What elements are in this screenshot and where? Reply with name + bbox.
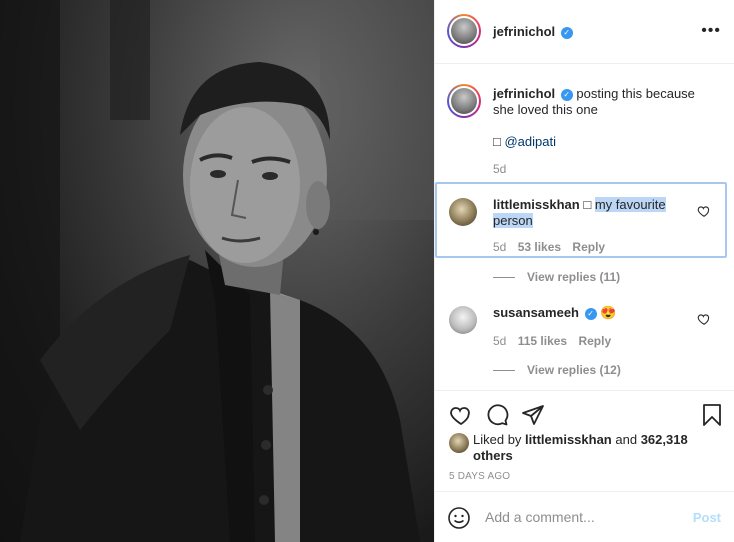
add-comment-input[interactable]: Add a comment... — [485, 509, 595, 525]
caption-tag-prefix: □ — [493, 134, 501, 149]
smiley-icon[interactable] — [447, 506, 471, 530]
view-replies-label: View replies (12) — [527, 363, 621, 377]
post-side-panel: jefrinichol ✓ ••• jefrinichol ✓ posting … — [434, 0, 734, 542]
liker-avatar[interactable] — [449, 433, 469, 453]
caption-age: 5d — [493, 162, 507, 176]
liker-username[interactable]: littlemisskhan — [525, 432, 612, 447]
caption-author-username[interactable]: jefrinichol — [493, 86, 555, 101]
comment-age: 5d — [493, 334, 507, 348]
bookmark-icon[interactable] — [701, 403, 723, 427]
post-photo[interactable] — [0, 0, 434, 542]
caption-mention-link[interactable]: @adipati — [504, 134, 556, 149]
caption: jefrinichol ✓ posting this because she l… — [493, 86, 713, 118]
instagram-post-view: jefrinichol ✓ ••• jefrinichol ✓ posting … — [0, 0, 734, 542]
comment-like-heart-icon[interactable] — [697, 312, 711, 326]
post-header: jefrinichol ✓ ••• — [435, 0, 734, 64]
author-avatar[interactable] — [447, 14, 481, 48]
comment-reply-button[interactable]: Reply — [578, 334, 611, 348]
post-timestamp[interactable]: 5 DAYS AGO — [449, 471, 510, 482]
author-username[interactable]: jefrinichol — [493, 24, 555, 39]
caption-author-avatar[interactable] — [447, 84, 481, 118]
add-comment-bar: Add a comment... Post — [435, 491, 734, 542]
commenter-avatar[interactable] — [449, 198, 477, 226]
comment-likes-count[interactable]: 53 likes — [518, 240, 561, 254]
post-photo-illustration — [0, 0, 434, 542]
replies-divider — [493, 369, 515, 371]
comment-bubble-icon[interactable] — [485, 403, 509, 427]
comment-text: 😍 — [600, 305, 617, 320]
view-replies-button[interactable]: View replies (12) — [493, 363, 621, 377]
comment-like-heart-icon[interactable] — [697, 204, 711, 218]
verified-badge-icon: ✓ — [560, 88, 573, 101]
view-replies-label: View replies (11) — [527, 270, 621, 284]
post-comment-button[interactable]: Post — [693, 510, 721, 525]
comment-username[interactable]: susansameeh — [493, 305, 579, 320]
verified-badge-icon: ✓ — [584, 307, 597, 320]
likes-conjunction: and — [615, 432, 638, 447]
replies-divider — [493, 276, 515, 278]
comment-meta: 5d 115 likes Reply — [493, 334, 611, 348]
comment-age: 5d — [493, 240, 507, 254]
post-actions-bar: Liked by littlemisskhan and 362,318 othe… — [435, 390, 734, 482]
comment-body: susansameeh ✓ 😍 — [493, 305, 703, 321]
caption-tag-line: □ @adipati — [493, 134, 556, 149]
view-replies-button[interactable]: View replies (11) — [493, 270, 620, 284]
comment-reply-button[interactable]: Reply — [572, 240, 605, 254]
comment-username[interactable]: littlemisskhan — [493, 197, 580, 212]
paper-plane-icon[interactable] — [521, 403, 545, 427]
comment-body: littlemisskhan □ my favourite person — [493, 197, 703, 229]
commenter-avatar[interactable] — [449, 306, 477, 334]
heart-icon[interactable] — [449, 403, 473, 427]
more-options-icon[interactable]: ••• — [701, 22, 721, 40]
likes-summary: Liked by littlemisskhan and 362,318 othe… — [473, 432, 693, 464]
comment-likes-count[interactable]: 115 likes — [518, 334, 567, 348]
comment-meta: 5d 53 likes Reply — [493, 240, 605, 254]
verified-badge-icon: ✓ — [560, 26, 573, 39]
comment-prefix: □ — [583, 197, 592, 212]
likes-prefix: Liked by — [473, 432, 522, 447]
